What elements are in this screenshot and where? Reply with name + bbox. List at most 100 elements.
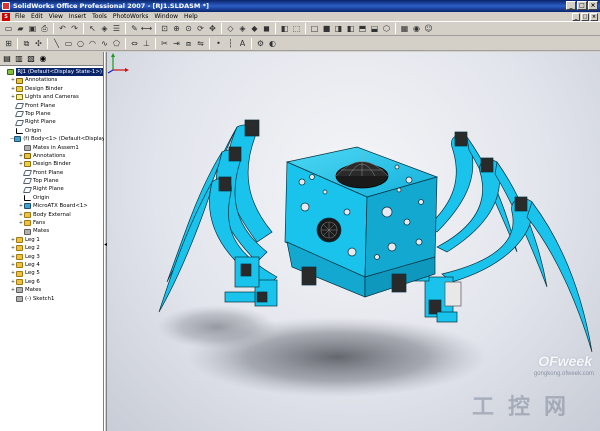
solidworks-app-icon[interactable] — [2, 2, 10, 10]
iso-view-icon[interactable]: ⬡ — [381, 23, 392, 34]
open-icon[interactable]: ▰ — [15, 23, 26, 34]
tree-item[interactable]: + Annotations — [0, 152, 103, 160]
configuration-manager-icon[interactable]: ▧ — [26, 54, 36, 64]
menu-insert[interactable]: Insert — [66, 13, 89, 20]
extend-icon[interactable]: ⇥ — [171, 38, 182, 49]
rectangle-icon[interactable]: ▭ — [63, 38, 74, 49]
options-icon[interactable]: ☰ — [111, 23, 122, 34]
section-view-icon[interactable]: ◧ — [279, 23, 290, 34]
leg-right-front[interactable] — [424, 196, 593, 353]
tree-item[interactable]: + Design Binder — [0, 85, 103, 93]
tree-item[interactable]: Top Plane — [0, 177, 103, 185]
save-icon[interactable]: ▣ — [27, 23, 38, 34]
point-icon[interactable]: • — [213, 38, 224, 49]
menu-file[interactable]: File — [12, 13, 28, 20]
shaded-icon[interactable]: ◆ — [249, 23, 260, 34]
sketch-icon[interactable]: ✎ — [129, 23, 140, 34]
tree-item[interactable]: Top Plane — [0, 110, 103, 118]
text-icon[interactable]: A — [237, 38, 248, 49]
redo-icon[interactable]: ↷ — [69, 23, 80, 34]
doc-restore-button[interactable]: □ — [581, 13, 589, 21]
smart-dimension-icon[interactable]: ⟷ — [141, 23, 152, 34]
smiley-icon[interactable]: ☺ — [423, 23, 434, 34]
menu-view[interactable]: View — [46, 13, 66, 20]
zoom-area-icon[interactable]: ⊕ — [171, 23, 182, 34]
tree-item[interactable]: Mates in Assem1 — [0, 144, 103, 152]
tree-item[interactable]: (-) Sketch1 — [0, 295, 103, 303]
tree-item[interactable]: + Leg 1 — [0, 236, 103, 244]
tree-item[interactable]: − (f) Body<1> (Default<Display Stat — [0, 135, 118, 143]
tree-item[interactable]: Front Plane — [0, 169, 103, 177]
menu-edit[interactable]: Edit — [28, 13, 46, 20]
graphics-viewport[interactable]: OFweek gongkong.ofweek.com 工控网 — [107, 52, 600, 431]
doc-minimize-button[interactable]: _ — [572, 13, 580, 21]
spline-icon[interactable]: ∿ — [99, 38, 110, 49]
right-view-icon[interactable]: ◧ — [345, 23, 356, 34]
property-manager-icon[interactable]: ▥ — [14, 54, 24, 64]
tools-icon[interactable]: ⚙ — [255, 38, 266, 49]
circle-icon[interactable]: ○ — [75, 38, 86, 49]
document-icon[interactable]: S — [2, 12, 10, 21]
left-view-icon[interactable]: ◨ — [333, 23, 344, 34]
arc-icon[interactable]: ◠ — [87, 38, 98, 49]
offset-icon[interactable]: ⧈ — [183, 38, 194, 49]
trim-icon[interactable]: ✂ — [159, 38, 170, 49]
photoworks-icon[interactable]: ▦ — [399, 23, 410, 34]
polygon-icon[interactable]: ⬠ — [111, 38, 122, 49]
pan-icon[interactable]: ✥ — [207, 23, 218, 34]
menu-help[interactable]: Help — [181, 13, 201, 20]
mirror-icon[interactable]: ⇋ — [195, 38, 206, 49]
feature-manager-icon[interactable]: ▤ — [2, 54, 12, 64]
tree-item[interactable]: + Mates — [0, 286, 103, 294]
shaded-edges-icon[interactable]: ◼ — [261, 23, 272, 34]
hidden-lines-icon[interactable]: ◈ — [237, 23, 248, 34]
tree-item[interactable]: + MicroATX Board<1> — [0, 202, 103, 210]
doc-close-button[interactable]: × — [590, 13, 598, 21]
tree-item[interactable]: Mates — [0, 227, 103, 235]
minimize-button[interactable]: _ — [566, 1, 576, 10]
insert-component-icon[interactable]: ⊞ — [3, 38, 14, 49]
top-view-icon[interactable]: ⬒ — [357, 23, 368, 34]
front-view-icon[interactable]: □ — [309, 23, 320, 34]
print-icon[interactable]: ⎙ — [39, 23, 50, 34]
dimension-icon[interactable]: ⇔ — [129, 38, 140, 49]
select-icon[interactable]: ↖ — [87, 23, 98, 34]
rotate-icon[interactable]: ⟳ — [195, 23, 206, 34]
tree-item[interactable]: RJ1 (Default<Display State-1>) — [0, 68, 103, 77]
menu-window[interactable]: Window — [151, 13, 181, 20]
leg-right-back[interactable] — [426, 131, 518, 253]
tree-item[interactable]: + Body External — [0, 211, 103, 219]
line-icon[interactable]: ╲ — [51, 38, 62, 49]
tree-item[interactable]: + Leg 4 — [0, 261, 103, 269]
tree-item[interactable]: Origin — [0, 194, 103, 202]
tree-item[interactable]: + Leg 3 — [0, 253, 103, 261]
tree-item[interactable]: + Design Binder — [0, 160, 103, 168]
tree-item[interactable]: Front Plane — [0, 102, 103, 110]
rebuild-icon[interactable]: ◈ — [99, 23, 110, 34]
undo-icon[interactable]: ↶ — [57, 23, 68, 34]
maximize-button[interactable]: □ — [577, 1, 587, 10]
tree-item[interactable]: + Fans — [0, 219, 103, 227]
close-button[interactable]: × — [588, 1, 598, 10]
zoom-to-fit-icon[interactable]: ⊡ — [159, 23, 170, 34]
relations-icon[interactable]: ⊥ — [141, 38, 152, 49]
photoworks-tab-icon[interactable]: ◉ — [38, 54, 48, 64]
move-component-icon[interactable]: ✣ — [33, 38, 44, 49]
render-icon[interactable]: ◉ — [411, 23, 422, 34]
centerline-icon[interactable]: ┆ — [225, 38, 236, 49]
leg-left-front[interactable] — [158, 176, 278, 313]
view-orientation-icon[interactable]: ⬚ — [291, 23, 302, 34]
tree-item[interactable]: + Annotations — [0, 76, 103, 84]
tree-item[interactable]: + Leg 5 — [0, 269, 103, 277]
tree-item[interactable]: + Lights and Cameras — [0, 93, 103, 101]
tree-item[interactable]: + Leg 6 — [0, 278, 103, 286]
zoom-in-icon[interactable]: ⊙ — [183, 23, 194, 34]
tree-item[interactable]: + Leg 2 — [0, 244, 103, 252]
mate-icon[interactable]: ⧉ — [21, 38, 32, 49]
wireframe-icon[interactable]: ◇ — [225, 23, 236, 34]
tree-item[interactable]: Right Plane — [0, 118, 103, 126]
menu-tools[interactable]: Tools — [89, 13, 110, 20]
display-icon[interactable]: ◐ — [267, 38, 278, 49]
tree-item[interactable]: Right Plane — [0, 185, 103, 193]
back-view-icon[interactable]: ■ — [321, 23, 332, 34]
